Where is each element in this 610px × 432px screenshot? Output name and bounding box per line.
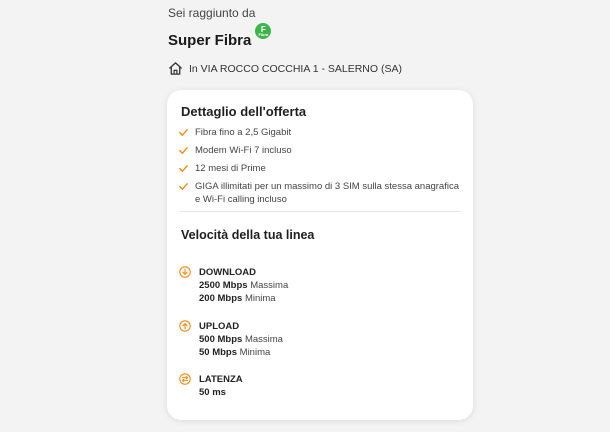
address-row: In VIA ROCCO COCCHIA 1 - SALERNO (SA) xyxy=(168,61,402,76)
download-max-label: Massima xyxy=(250,280,289,291)
offer-title: Dettaglio dell'offerta xyxy=(181,104,307,119)
download-metric: DOWNLOAD 2500 Mbps Massima 200 Mbps Mini… xyxy=(179,266,288,305)
upload-max-value: 500 Mbps xyxy=(199,334,243,345)
offer-card: Dettaglio dell'offerta Fibra fino a 2,5 … xyxy=(167,90,473,420)
upload-max-label: Massima xyxy=(244,334,283,345)
download-min-row: 200 Mbps Minima xyxy=(199,292,288,305)
feature-text: GIGA illimitati per un massimo di 3 SIM … xyxy=(195,181,459,205)
latency-label: LATENZA xyxy=(199,374,243,385)
plan-title-row: Super Fibra F Fibra xyxy=(168,23,402,49)
upload-circle-icon xyxy=(179,320,191,332)
upload-metric: UPLOAD 500 Mbps Massima 50 Mbps Minima xyxy=(179,320,283,359)
address-text: In VIA ROCCO COCCHIA 1 - SALERNO (SA) xyxy=(189,62,402,75)
download-min-label: Minima xyxy=(244,293,276,304)
feature-list: Fibra fino a 2,5 Gigabit Modem Wi-Fi 7 i… xyxy=(179,126,459,211)
download-max-row: 2500 Mbps Massima xyxy=(199,279,288,292)
feature-text: 12 mesi di Prime xyxy=(195,163,266,174)
feature-text: Modem Wi-Fi 7 incluso xyxy=(195,145,292,156)
check-icon xyxy=(179,183,188,190)
download-max-value: 2500 Mbps xyxy=(199,280,248,291)
latency-metric: LATENZA 50 ms xyxy=(179,373,243,399)
speed-title: Velocità della tua linea xyxy=(181,228,315,242)
check-icon xyxy=(179,165,188,172)
upload-min-label: Minima xyxy=(239,347,271,358)
feature-item: GIGA illimitati per un massimo di 3 SIM … xyxy=(179,180,459,206)
upload-min-row: 50 Mbps Minima xyxy=(199,346,283,359)
download-circle-icon xyxy=(179,266,191,278)
home-icon xyxy=(169,62,182,75)
fibra-badge-icon: F Fibra xyxy=(255,23,272,39)
latency-value: 50 ms xyxy=(199,387,226,398)
plan-title: Super Fibra xyxy=(168,32,252,49)
coverage-header: Sei raggiunto da Super Fibra F Fibra In … xyxy=(168,6,402,76)
latency-circle-icon xyxy=(179,373,191,385)
upload-min-value: 50 Mbps xyxy=(199,347,238,358)
upload-label: UPLOAD xyxy=(199,321,240,332)
check-icon xyxy=(179,147,188,154)
feature-item: 12 mesi di Prime xyxy=(179,162,459,175)
feature-item: Modem Wi-Fi 7 incluso xyxy=(179,144,459,157)
feature-text: Fibra fino a 2,5 Gigabit xyxy=(195,127,292,138)
download-label: DOWNLOAD xyxy=(199,267,256,278)
check-icon xyxy=(179,129,188,136)
section-divider xyxy=(180,211,461,212)
feature-item: Fibra fino a 2,5 Gigabit xyxy=(179,126,459,139)
download-min-value: 200 Mbps xyxy=(199,293,243,304)
latency-row: 50 ms xyxy=(199,386,243,399)
badge-subtext: Fibra xyxy=(258,31,269,37)
coverage-intro-text: Sei raggiunto da xyxy=(168,6,256,20)
upload-max-row: 500 Mbps Massima xyxy=(199,333,283,346)
